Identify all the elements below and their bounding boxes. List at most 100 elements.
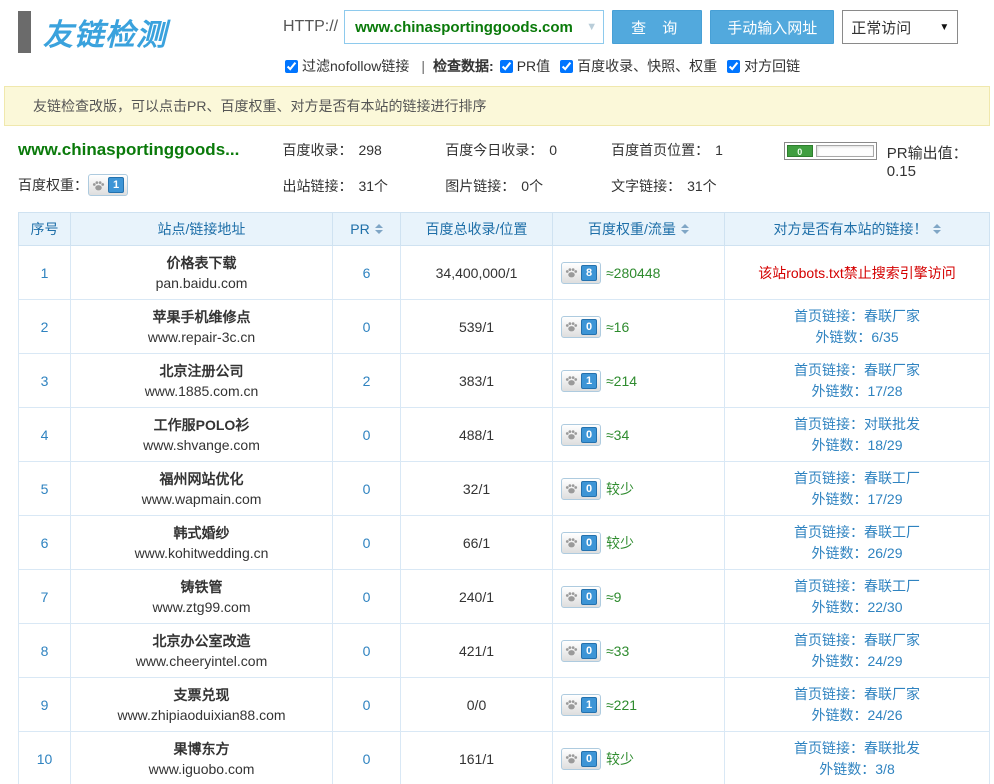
site-name: 价格表下载 bbox=[71, 253, 332, 273]
pr-value: 0 bbox=[333, 462, 401, 516]
stat-label: 百度今日收录： bbox=[445, 142, 543, 158]
site-name: 果博东方 bbox=[71, 739, 332, 759]
table-row: 10 果博东方 www.iguobo.com 0 161/1 bbox=[19, 732, 990, 784]
query-form: HTTP:// ▼ 查 询 手动输入网址 正常访问 ▼ 过滤nofollow链接… bbox=[283, 10, 994, 76]
homepage-link-text[interactable]: 首页链接：对联批发 bbox=[725, 414, 989, 435]
outlink-count-text[interactable]: 外链数：26/29 bbox=[725, 543, 989, 564]
site-url: www.wapmain.com bbox=[71, 489, 332, 509]
stat-value: 0个 bbox=[521, 178, 543, 194]
pr-bar-track bbox=[816, 145, 874, 157]
stat-value: 1 bbox=[715, 142, 723, 158]
col-header-pr-sort[interactable]: PR bbox=[333, 213, 401, 246]
pr-value: 2 bbox=[333, 354, 401, 408]
homepage-link-text[interactable]: 首页链接：春联厂家 bbox=[725, 360, 989, 381]
weight-value: 0 bbox=[581, 589, 597, 605]
site-url: www.ztg99.com bbox=[71, 597, 332, 617]
baidu-index-cell: 383/1 bbox=[401, 354, 553, 408]
homepage-link-text[interactable]: 首页链接：春联工厂 bbox=[725, 576, 989, 597]
stat-label: 百度首页位置： bbox=[611, 142, 709, 158]
homepage-link-text[interactable]: 首页链接：春联厂家 bbox=[725, 684, 989, 705]
table-row: 4 工作服POLO衫 www.shvange.com 0 488/1 bbox=[19, 408, 990, 462]
baidu-weight-badge: 1 bbox=[561, 694, 601, 716]
backlink-cell: 首页链接：春联工厂 外链数：26/29 bbox=[725, 516, 990, 570]
nofollow-filter-label: 过滤nofollow链接 bbox=[302, 56, 409, 76]
outlink-count-text[interactable]: 外链数：17/28 bbox=[725, 381, 989, 402]
traffic-estimate: ≈214 bbox=[606, 373, 637, 389]
col-header-weight-sort[interactable]: 百度权重/流量 bbox=[553, 213, 725, 246]
site-url: www.1885.com.cn bbox=[71, 381, 332, 401]
site-url: www.kohitwedding.cn bbox=[71, 543, 332, 563]
summary-panel: www.chinasportinggoods... 百度权重： 1 百度收录：2… bbox=[0, 126, 994, 206]
row-index: 2 bbox=[19, 300, 71, 354]
pr-value: 0 bbox=[333, 570, 401, 624]
traffic-estimate: 较少 bbox=[606, 749, 634, 769]
outlink-count-text[interactable]: 外链数：24/26 bbox=[725, 705, 989, 726]
homepage-link-text[interactable]: 首页链接：春联厂家 bbox=[725, 306, 989, 327]
table-row: 5 福州网站优化 www.wapmain.com 0 32/1 bbox=[19, 462, 990, 516]
traffic-estimate: ≈34 bbox=[606, 427, 629, 443]
stat-value: 31个 bbox=[358, 178, 388, 194]
baidu-weight-label: 百度权重： bbox=[18, 175, 88, 195]
weight-value: 0 bbox=[581, 481, 597, 497]
manual-input-button[interactable]: 手动输入网址 bbox=[710, 10, 834, 44]
site-name: 福州网站优化 bbox=[71, 469, 332, 489]
weight-traffic-cell: 8 ≈280448 bbox=[553, 246, 725, 300]
pr-value: 6 bbox=[333, 246, 401, 300]
outlink-count-text[interactable]: 外链数：18/29 bbox=[725, 435, 989, 456]
outlink-count-text[interactable]: 外链数：24/29 bbox=[725, 651, 989, 672]
site-url: www.repair-3c.cn bbox=[71, 327, 332, 347]
row-index: 10 bbox=[19, 732, 71, 784]
nofollow-filter-option[interactable]: 过滤nofollow链接 bbox=[285, 56, 409, 76]
nofollow-filter-checkbox[interactable] bbox=[285, 60, 298, 73]
row-index: 6 bbox=[19, 516, 71, 570]
backlink-cell: 该站robots.txt禁止搜索引擎访问 bbox=[725, 246, 990, 300]
friend-link-checker-page: 友链检测 HTTP:// ▼ 查 询 手动输入网址 正常访问 ▼ 过滤nof bbox=[0, 0, 994, 784]
paw-icon bbox=[565, 752, 578, 765]
baidu-index-cell: 66/1 bbox=[401, 516, 553, 570]
site-cell: 福州网站优化 www.wapmain.com bbox=[71, 462, 333, 516]
site-name: 工作服POLO衫 bbox=[71, 415, 332, 435]
site-cell: 韩式婚纱 www.kohitwedding.cn bbox=[71, 516, 333, 570]
homepage-link-text[interactable]: 首页链接：春联批发 bbox=[725, 738, 989, 759]
pr-value: 0 bbox=[333, 516, 401, 570]
outlink-count-text[interactable]: 外链数：6/35 bbox=[725, 327, 989, 348]
baidu-weight-badge: 0 bbox=[561, 748, 601, 770]
check-option[interactable]: PR值 bbox=[500, 56, 550, 76]
check-option-checkbox[interactable] bbox=[560, 60, 573, 73]
col-header-backlink-sort[interactable]: 对方是否有本站的链接！ bbox=[725, 213, 990, 246]
check-option-checkbox[interactable] bbox=[500, 60, 513, 73]
homepage-link-text[interactable]: 首页链接：春联工厂 bbox=[725, 522, 989, 543]
backlink-error-text: 该站robots.txt禁止搜索引擎访问 bbox=[758, 265, 956, 281]
traffic-estimate: ≈280448 bbox=[606, 265, 660, 281]
outlink-count-text[interactable]: 外链数：3/8 bbox=[725, 759, 989, 780]
weight-value: 0 bbox=[581, 427, 597, 443]
pr-output-label: PR输出值：0.15 bbox=[887, 142, 994, 180]
check-option[interactable]: 对方回链 bbox=[727, 56, 800, 76]
paw-icon bbox=[565, 482, 578, 495]
col-header-baidu-index: 百度总收录/位置 bbox=[401, 213, 553, 246]
check-option-checkbox[interactable] bbox=[727, 60, 740, 73]
site-url: www.iguobo.com bbox=[71, 759, 332, 779]
url-input[interactable] bbox=[355, 19, 582, 36]
site-cell: 苹果手机维修点 www.repair-3c.cn bbox=[71, 300, 333, 354]
paw-icon bbox=[565, 428, 578, 441]
baidu-index-cell: 488/1 bbox=[401, 408, 553, 462]
outlink-count-text[interactable]: 外链数：17/29 bbox=[725, 489, 989, 510]
access-mode-select[interactable]: 正常访问 ▼ bbox=[842, 10, 958, 44]
outlink-count-text[interactable]: 外链数：22/30 bbox=[725, 597, 989, 618]
homepage-link-text[interactable]: 首页链接：春联厂家 bbox=[725, 630, 989, 651]
weight-traffic-cell: 0 ≈34 bbox=[553, 408, 725, 462]
checked-site-url[interactable]: www.chinasportinggoods... bbox=[18, 140, 282, 160]
stat-value: 298 bbox=[358, 142, 381, 158]
baidu-weight-badge: 1 bbox=[88, 174, 128, 196]
weight-traffic-cell: 1 ≈221 bbox=[553, 678, 725, 732]
backlink-cell: 首页链接：春联工厂 外链数：22/30 bbox=[725, 570, 990, 624]
query-button[interactable]: 查 询 bbox=[612, 10, 702, 44]
weight-value: 0 bbox=[581, 643, 597, 659]
url-dropdown-arrow-icon[interactable]: ▼ bbox=[586, 21, 597, 33]
homepage-link-text[interactable]: 首页链接：春联工厂 bbox=[725, 468, 989, 489]
table-row: 2 苹果手机维修点 www.repair-3c.cn 0 539/1 bbox=[19, 300, 990, 354]
check-option[interactable]: 百度收录、快照、权重 bbox=[560, 56, 717, 76]
site-cell: 果博东方 www.iguobo.com bbox=[71, 732, 333, 784]
paw-icon bbox=[565, 374, 578, 387]
